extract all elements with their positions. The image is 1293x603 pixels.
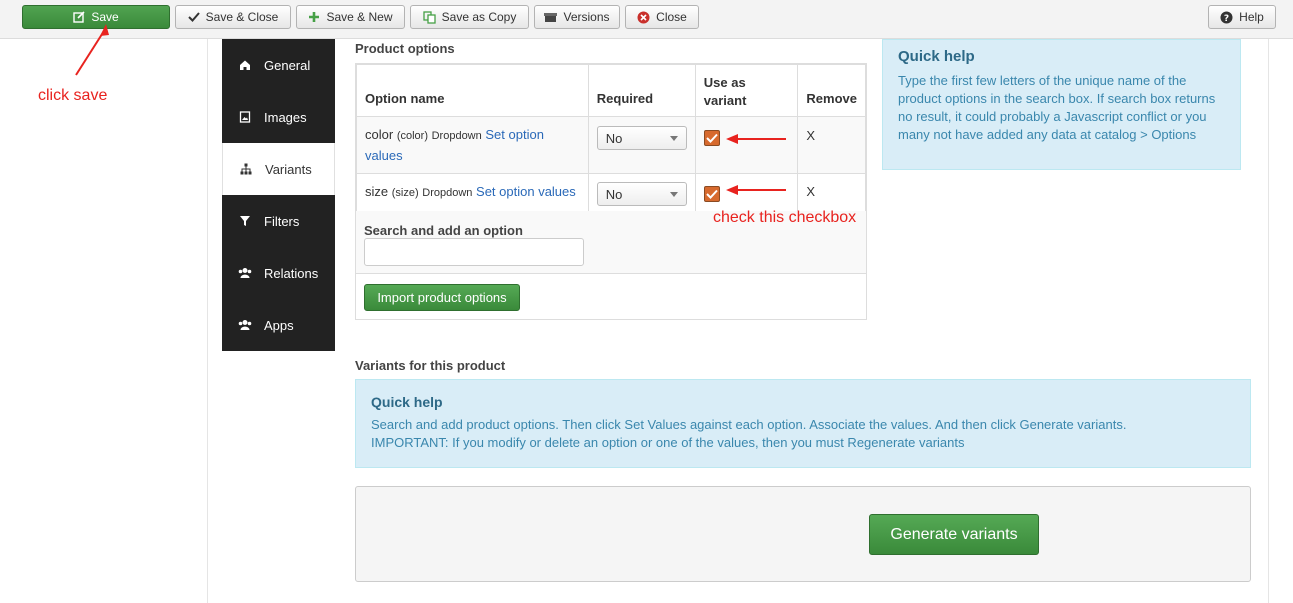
save-close-button[interactable]: Save & Close — [175, 5, 291, 29]
generate-variants-panel: Generate variants — [355, 486, 1251, 582]
col-option-name: Option name — [356, 64, 589, 117]
save-copy-button[interactable]: Save as Copy — [410, 5, 529, 29]
save-label: Save — [91, 10, 119, 24]
search-option-input[interactable] — [364, 238, 584, 266]
option-name-cell: color (color) Dropdown Set option values — [356, 116, 589, 174]
option-name: color — [365, 127, 394, 142]
chevron-down-icon — [669, 191, 678, 197]
import-product-options-button[interactable]: Import product options — [364, 284, 520, 311]
use-as-variant-checkbox[interactable] — [703, 130, 720, 146]
save-button[interactable]: Save — [22, 5, 170, 29]
right-margin — [1269, 39, 1293, 603]
tab-images[interactable]: Images — [222, 91, 335, 143]
quick-help-title: Quick help — [898, 48, 975, 65]
check-icon — [187, 11, 200, 23]
sitemap-icon — [239, 163, 253, 175]
tab-general-label: General — [264, 57, 311, 73]
filter-icon — [238, 215, 252, 227]
required-select[interactable]: No — [596, 182, 687, 206]
save-copy-label: Save as Copy — [441, 10, 517, 24]
left-margin — [0, 39, 207, 603]
tab-apps[interactable]: Apps — [222, 299, 335, 351]
required-value: No — [605, 186, 623, 202]
quick-help-variants: Quick help Search and add product option… — [355, 379, 1251, 468]
table-header-row: Option name Required Use as variant Remo… — [356, 64, 866, 117]
versions-button[interactable]: Versions — [534, 5, 620, 29]
required-value: No — [605, 130, 623, 146]
generate-variants-label: Generate variants — [890, 525, 1018, 543]
tab-general[interactable]: General — [222, 39, 335, 91]
close-label: Close — [656, 10, 687, 24]
required-cell: No — [587, 116, 696, 174]
edit-icon — [73, 11, 85, 23]
use-as-variant-checkbox[interactable] — [703, 186, 720, 202]
remove-cell: X — [797, 116, 866, 174]
options-table: Option name Required Use as variant Remo… — [356, 64, 866, 215]
product-tabs-nav: General Images Variants Filters Relation… — [222, 39, 335, 351]
col-required: Required — [587, 64, 696, 117]
home-icon — [238, 59, 252, 71]
search-option-label: Search and add an option — [364, 223, 523, 238]
help-label: Help — [1239, 10, 1264, 24]
required-cell: No — [587, 173, 696, 215]
tab-filters-label: Filters — [264, 213, 300, 229]
tab-apps-label: Apps — [264, 317, 294, 333]
variants-help-title: Quick help — [371, 394, 443, 410]
tab-relations[interactable]: Relations — [222, 247, 335, 299]
product-options-panel: Option name Required Use as variant Remo… — [355, 63, 867, 320]
annotation-click-save: click save — [38, 87, 108, 104]
remove-option-button[interactable]: X — [806, 184, 815, 199]
toolbar: Save Save & Close Save & New Save as Cop… — [0, 0, 1293, 39]
tab-images-label: Images — [264, 109, 307, 125]
save-close-label: Save & Close — [205, 10, 279, 24]
quick-help-text: Type the first few letters of the unique… — [898, 73, 1216, 142]
option-code: (color) — [396, 130, 428, 142]
variants-title: Variants for this product — [355, 358, 506, 373]
tab-filters[interactable]: Filters — [222, 195, 335, 247]
chevron-down-icon — [669, 135, 678, 141]
archive-icon — [544, 12, 558, 23]
tab-variants[interactable]: Variants — [222, 143, 335, 195]
tab-variants-label: Variants — [265, 161, 312, 177]
copy-icon — [422, 10, 436, 24]
variants-help-line1: Search and add product options. Then cli… — [371, 417, 1127, 432]
option-type: Dropdown — [431, 130, 482, 142]
save-new-label: Save & New — [326, 10, 393, 24]
users-icon — [238, 267, 252, 279]
option-name: size — [365, 184, 389, 199]
import-product-options-label: Import product options — [377, 290, 507, 305]
required-select[interactable]: No — [596, 126, 687, 150]
users-icon — [238, 319, 252, 331]
quick-help-options: Quick help Type the first few letters of… — [882, 39, 1241, 170]
image-icon — [238, 111, 252, 123]
product-options-title: Product options — [355, 41, 455, 56]
svg-text:?: ? — [1224, 14, 1229, 24]
option-type: Dropdown — [422, 187, 473, 199]
set-option-values-link[interactable]: Set option values — [476, 184, 576, 199]
save-new-button[interactable]: Save & New — [296, 5, 405, 29]
generate-variants-button[interactable]: Generate variants — [869, 514, 1039, 555]
question-icon: ? — [1220, 11, 1233, 24]
variant-cell — [694, 116, 799, 174]
option-code: (size) — [391, 187, 419, 199]
table-row: color (color) Dropdown Set option values… — [356, 116, 866, 174]
variants-help-line2: IMPORTANT: If you modify or delete an op… — [371, 435, 965, 450]
tab-relations-label: Relations — [264, 265, 319, 281]
help-button[interactable]: ? Help — [1208, 5, 1276, 29]
close-circle-icon — [637, 11, 650, 24]
remove-option-button[interactable]: X — [806, 128, 815, 143]
col-use-as-variant-label: Use as variant — [703, 75, 747, 108]
close-button[interactable]: Close — [625, 5, 699, 29]
col-remove: Remove — [797, 64, 866, 117]
plus-icon — [308, 11, 320, 23]
option-name-cell: size (size) Dropdown Set option values — [356, 173, 589, 215]
col-use-as-variant: Use as variant — [694, 64, 799, 117]
versions-label: Versions — [563, 10, 610, 24]
annotation-check-checkbox: check this checkbox — [713, 209, 857, 226]
